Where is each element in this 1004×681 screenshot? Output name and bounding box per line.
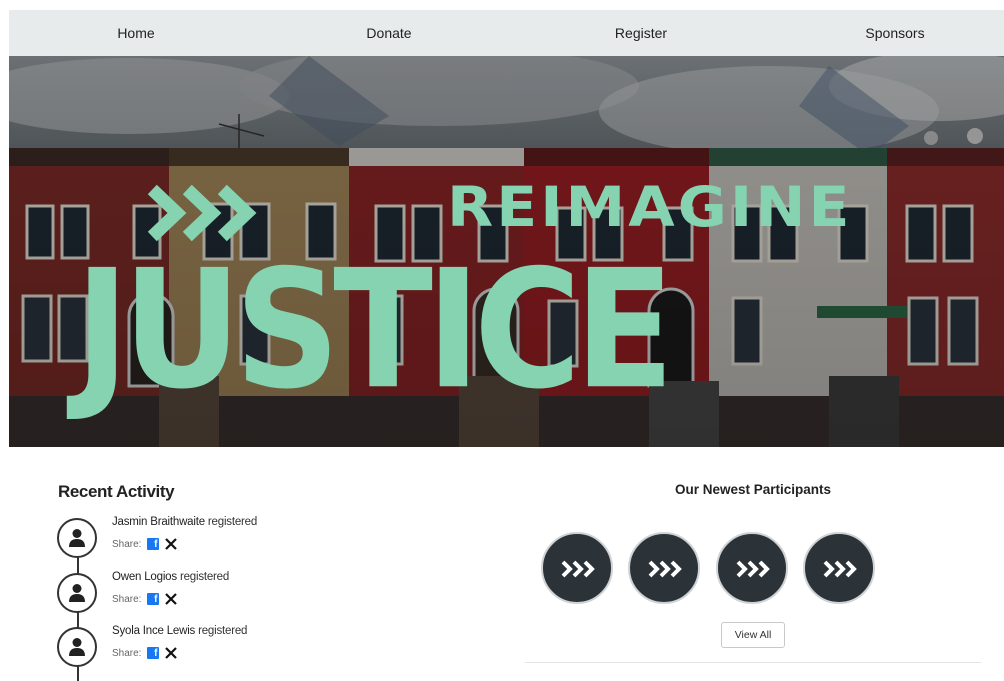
activity-user-name[interactable]: Jasmin Braithwaite <box>112 516 205 528</box>
activity-text: Owen Logios registered <box>112 571 229 583</box>
activity-verb: registered <box>207 516 258 528</box>
share-label: Share: <box>112 593 142 605</box>
section-divider <box>525 662 981 663</box>
share-label: Share: <box>112 538 142 550</box>
facebook-icon[interactable]: f <box>147 538 160 550</box>
share-row: Share: f <box>112 647 178 659</box>
x-icon[interactable] <box>165 538 178 550</box>
view-all-button[interactable]: View All <box>721 622 785 648</box>
facebook-icon[interactable]: f <box>147 593 160 605</box>
activity-item: Owen Logios registered Share: f <box>57 571 357 619</box>
participant-avatar[interactable] <box>628 532 700 604</box>
participant-avatar[interactable] <box>716 532 788 604</box>
x-icon[interactable] <box>165 593 178 605</box>
user-avatar-icon <box>57 573 97 613</box>
nav-donate[interactable]: Donate <box>329 10 449 56</box>
x-icon[interactable] <box>165 647 178 659</box>
triple-chevron-icon <box>648 560 682 578</box>
share-row: Share: f <box>112 538 178 550</box>
share-label: Share: <box>112 647 142 659</box>
page: Home Donate Register Sponsors REIMAGINE … <box>9 10 1004 681</box>
activity-text: Jasmin Braithwaite registered <box>112 516 257 528</box>
activity-user-name[interactable]: Syola Ince Lewis <box>112 625 195 637</box>
activity-user-name[interactable]: Owen Logios <box>112 571 177 583</box>
triple-chevron-icon <box>823 560 857 578</box>
participant-avatar[interactable] <box>803 532 875 604</box>
triple-chevron-icon <box>561 560 595 578</box>
activity-text: Syola Ince Lewis registered <box>112 625 247 637</box>
share-row: Share: f <box>112 593 178 605</box>
activity-item: Syola Ince Lewis registered Share: f <box>57 625 357 673</box>
newest-participants-title: Our Newest Participants <box>674 482 832 497</box>
top-nav: Home Donate Register Sponsors <box>9 10 1004 56</box>
nav-sponsors[interactable]: Sponsors <box>835 10 955 56</box>
nav-home[interactable]: Home <box>76 10 196 56</box>
hero-justice-text: JUSTICE <box>75 234 674 426</box>
activity-verb: registered <box>179 571 230 583</box>
recent-activity-title: Recent Activity <box>58 482 175 501</box>
participant-avatar[interactable] <box>541 532 613 604</box>
nav-register[interactable]: Register <box>581 10 701 56</box>
triple-chevron-icon <box>736 560 770 578</box>
user-avatar-icon <box>57 627 97 667</box>
user-avatar-icon <box>57 518 97 558</box>
facebook-icon[interactable]: f <box>147 647 160 659</box>
hero-reimagine-text: REIMAGINE <box>447 175 853 240</box>
activity-item: Jasmin Braithwaite registered Share: f <box>57 516 357 564</box>
activity-verb: registered <box>198 625 248 637</box>
hero-banner: REIMAGINE JUSTICE <box>9 56 1004 447</box>
